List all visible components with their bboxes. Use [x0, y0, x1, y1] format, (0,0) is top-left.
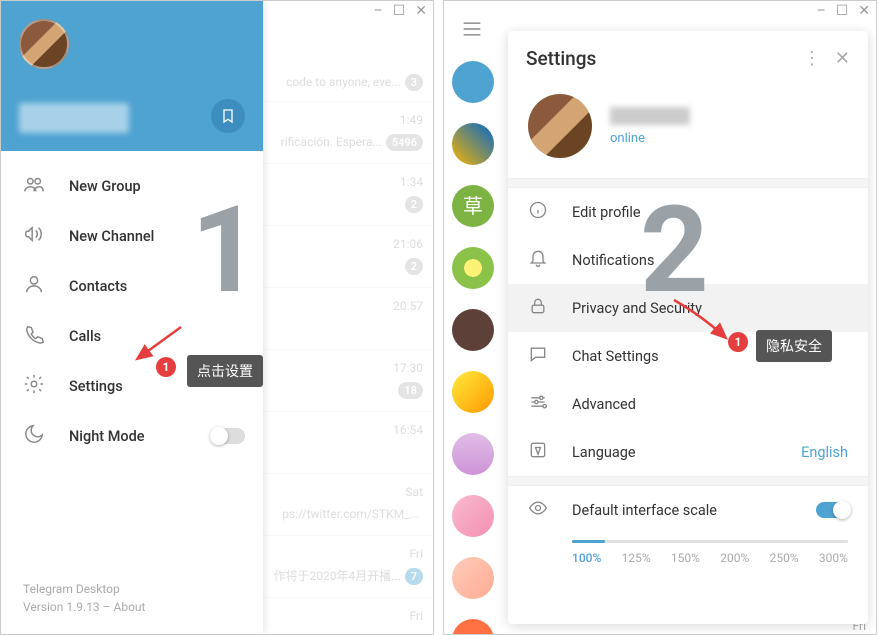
menu-contacts[interactable]: Contacts: [1, 261, 263, 311]
saved-messages-button[interactable]: [211, 99, 245, 133]
language-icon: [528, 440, 550, 464]
app-name: Telegram Desktop: [23, 580, 145, 598]
main-menu-drawer: New Group New Channel Contacts Calls Set…: [1, 1, 263, 634]
menu-label: Night Mode: [69, 428, 145, 445]
menu-label: New Channel: [69, 228, 154, 245]
right-window: – ☐ ✕ 草 Fri3 1:495496 1:342 21:062 20:57…: [443, 0, 877, 635]
annotation-marker: 1: [156, 357, 176, 377]
hamburger-icon[interactable]: [462, 21, 482, 41]
scale-option[interactable]: 125%: [622, 551, 651, 565]
menu-new-channel[interactable]: New Channel: [1, 211, 263, 261]
settings-notifications[interactable]: Notifications: [508, 236, 868, 284]
scale-option[interactable]: 250%: [770, 551, 799, 565]
avatar[interactable]: [19, 19, 69, 69]
language-value: English: [801, 444, 848, 461]
menu-label: Settings: [69, 378, 123, 395]
window-controls: – ☐ ✕: [817, 3, 870, 19]
moon-icon: [23, 423, 47, 449]
settings-header: Settings ⋮ ✕: [508, 31, 868, 86]
row-label: Privacy and Security: [572, 300, 848, 317]
sliders-icon: [528, 392, 550, 416]
display-name: [610, 107, 690, 125]
chat-icon: [528, 344, 550, 368]
settings-advanced[interactable]: Advanced: [508, 380, 868, 428]
bell-icon: [528, 248, 550, 272]
minimize-icon[interactable]: –: [817, 3, 826, 19]
settings-panel: Settings ⋮ ✕ online Edit profile Notific…: [508, 31, 868, 624]
left-window: – ☐ ✕ code to anyone, eve...3 1:49rifica…: [0, 0, 434, 635]
app-version[interactable]: Version 1.9.13 – About: [23, 598, 145, 616]
night-mode-toggle[interactable]: [211, 428, 245, 444]
row-label: Language: [572, 444, 801, 461]
maximize-icon[interactable]: ☐: [393, 3, 406, 19]
eye-icon: [528, 498, 550, 522]
settings-edit-profile[interactable]: Edit profile: [508, 188, 868, 236]
menu-label: New Group: [69, 178, 141, 195]
settings-title: Settings: [526, 47, 789, 70]
settings-language[interactable]: Language English: [508, 428, 868, 476]
window-controls: – ☐ ✕: [374, 3, 427, 19]
profile-block[interactable]: online: [508, 86, 868, 178]
app-footer: Telegram Desktop Version 1.9.13 – About: [23, 580, 145, 616]
row-label: Notifications: [572, 252, 848, 269]
megaphone-icon: [23, 223, 47, 249]
phone-icon: [23, 323, 47, 349]
close-icon[interactable]: ✕: [858, 3, 870, 19]
scale-toggle[interactable]: [816, 502, 850, 518]
menu-night-mode[interactable]: Night Mode: [1, 411, 263, 461]
annotation-callout: 隐私安全: [756, 330, 832, 362]
info-icon: [528, 200, 550, 224]
scale-option[interactable]: 150%: [671, 551, 700, 565]
scale-option[interactable]: 200%: [720, 551, 749, 565]
scale-label: Default interface scale: [572, 502, 848, 519]
settings-privacy-security[interactable]: Privacy and Security: [508, 284, 868, 332]
online-status: online: [610, 131, 690, 146]
scale-options: 100% 125% 150% 200% 250% 300%: [572, 551, 848, 565]
minimize-icon[interactable]: –: [374, 3, 383, 19]
username: [19, 103, 129, 133]
row-label: Advanced: [572, 396, 848, 413]
avatar: [528, 94, 592, 158]
gear-icon: [23, 373, 47, 399]
menu-label: Contacts: [69, 278, 127, 295]
lock-icon: [528, 296, 550, 320]
more-icon[interactable]: ⋮: [803, 48, 821, 69]
close-icon[interactable]: ✕: [835, 48, 850, 69]
scale-option[interactable]: 300%: [819, 551, 848, 565]
row-label: Edit profile: [572, 204, 848, 221]
annotation-marker: 1: [728, 332, 748, 352]
scale-slider[interactable]: [572, 540, 848, 543]
group-icon: [23, 173, 47, 199]
menu-new-group[interactable]: New Group: [1, 161, 263, 211]
maximize-icon[interactable]: ☐: [836, 3, 849, 19]
interface-scale-section: Default interface scale 100% 125% 150% 2…: [508, 486, 868, 577]
close-icon[interactable]: ✕: [415, 3, 427, 19]
annotation-callout: 点击设置: [187, 355, 263, 387]
menu-calls[interactable]: Calls: [1, 311, 263, 361]
menu-label: Calls: [69, 328, 101, 345]
person-icon: [23, 273, 47, 299]
drawer-header: [1, 1, 263, 151]
drawer-menu: New Group New Channel Contacts Calls Set…: [1, 151, 263, 471]
scale-option[interactable]: 100%: [572, 551, 601, 565]
